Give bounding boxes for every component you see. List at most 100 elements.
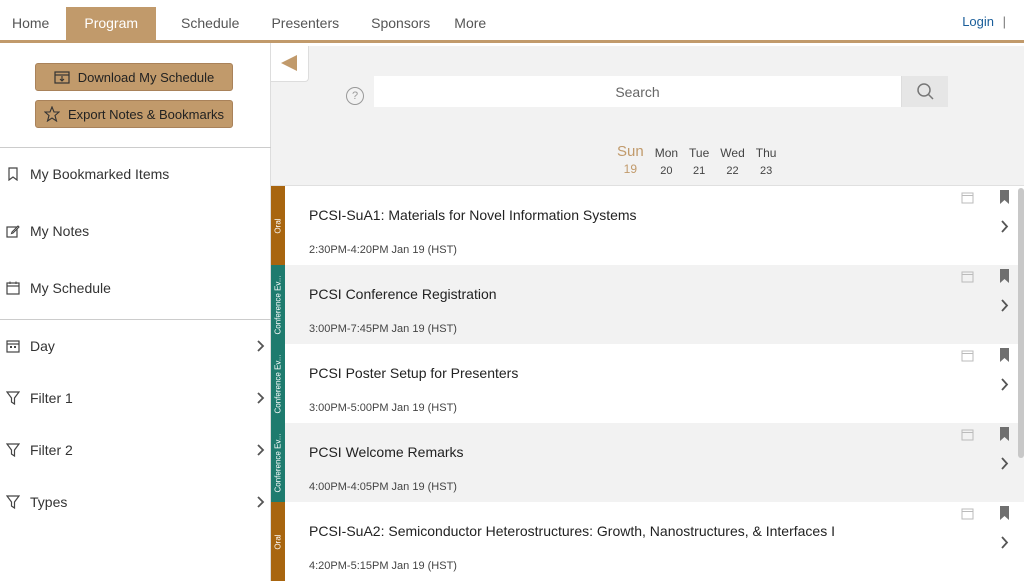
chevron-right-icon[interactable] [1001, 378, 1009, 391]
nav-tab-more[interactable]: More [442, 7, 498, 40]
day-thu[interactable]: Thu 23 [756, 146, 777, 177]
bookmark-icon[interactable] [999, 427, 1010, 441]
day-date: 21 [693, 165, 706, 177]
chevron-right-icon [257, 496, 265, 508]
chevron-right-icon[interactable] [1001, 299, 1009, 312]
session-row[interactable]: Conference Ev... PCSI Conference Registra… [271, 265, 1024, 344]
bookmark-icon[interactable] [999, 506, 1010, 520]
calendar-download-icon [54, 71, 70, 84]
session-time: 4:00PM-4:05PM Jan 19 (HST) [309, 481, 457, 493]
session-type-stripe: Conference Ev... [271, 344, 285, 423]
session-time: 2:30PM-4:20PM Jan 19 (HST) [309, 244, 457, 256]
export-notes-label: Export Notes & Bookmarks [67, 106, 225, 122]
session-type-label: Conference Ev... [273, 354, 283, 413]
search-input[interactable] [374, 76, 901, 107]
day-mon[interactable]: Mon 20 [655, 146, 678, 177]
add-to-calendar-icon[interactable] [961, 349, 974, 362]
sidebar-divider [0, 319, 271, 320]
filter-types[interactable]: Types [0, 487, 271, 517]
day-name: Thu [755, 146, 777, 160]
chevron-right-icon[interactable] [1001, 457, 1009, 470]
session-row[interactable]: Conference Ev... PCSI Welcome Remarks 4:00… [271, 423, 1024, 502]
session-title[interactable]: PCSI-SuA2: Semiconductor Heterostructure… [309, 523, 835, 539]
bookmark-icon[interactable] [999, 348, 1010, 362]
session-type-label: Oral [273, 217, 283, 234]
day-date: 20 [660, 165, 673, 177]
sidebar: Download My Schedule Export Notes & Book… [0, 43, 271, 581]
login-link[interactable]: Login [962, 14, 994, 29]
session-type-stripe: Oral [271, 186, 285, 265]
filter-label: Filter 1 [30, 390, 73, 406]
session-type-label: Conference Ev... [273, 275, 283, 334]
filter-icon [6, 391, 20, 405]
day-name: Wed [720, 146, 745, 160]
sidebar-item-my-schedule[interactable]: My Schedule [0, 273, 271, 303]
note-edit-icon [6, 225, 20, 238]
chevron-right-icon [257, 444, 265, 456]
scrollbar[interactable] [1018, 188, 1024, 458]
add-to-calendar-icon[interactable] [961, 507, 974, 520]
filter-2[interactable]: Filter 2 [0, 435, 271, 465]
session-row[interactable]: Oral PCSI-SuA2: Semiconductor Heterostruc… [271, 502, 1024, 581]
download-schedule-label: Download My Schedule [77, 69, 215, 85]
sidebar-divider [0, 147, 271, 148]
session-type-stripe: Oral [271, 502, 285, 581]
calendar-icon [6, 281, 20, 295]
calendar-day-icon [6, 340, 20, 353]
day-name: Mon [654, 146, 679, 160]
sidebar-item-notes[interactable]: My Notes [0, 216, 271, 246]
chevron-right-icon[interactable] [1001, 220, 1009, 233]
nav-tab-schedule[interactable]: Schedule [169, 7, 251, 40]
session-title[interactable]: PCSI-SuA1: Materials for Novel Informati… [309, 207, 637, 223]
sidebar-item-bookmarked[interactable]: My Bookmarked Items [0, 159, 271, 189]
chevron-right-icon [257, 340, 265, 352]
session-type-stripe: Conference Ev... [271, 423, 285, 502]
session-title[interactable]: PCSI Conference Registration [309, 286, 497, 302]
bookmark-icon[interactable] [999, 269, 1010, 283]
bookmark-icon [8, 167, 18, 181]
collapse-sidebar-button[interactable] [271, 46, 309, 82]
filter-icon [6, 495, 20, 509]
add-to-calendar-icon[interactable] [961, 270, 974, 283]
export-notes-button[interactable]: Export Notes & Bookmarks [35, 100, 233, 128]
day-tue[interactable]: Tue 21 [689, 146, 709, 177]
session-time: 3:00PM-5:00PM Jan 19 (HST) [309, 402, 457, 414]
sidebar-item-label: My Bookmarked Items [30, 166, 170, 182]
nav-tab-presenters[interactable]: Presenters [259, 7, 351, 40]
nav-tabs: Home Program Schedule Presenters Sponsor… [0, 7, 498, 40]
nav-tab-program[interactable]: Program [66, 7, 157, 40]
nav-separator: | [1002, 14, 1006, 29]
search-button[interactable] [901, 76, 948, 107]
nav-tab-sponsors[interactable]: Sponsors [359, 7, 442, 40]
session-row[interactable]: Oral PCSI-SuA1: Materials for Novel Infor… [271, 186, 1024, 265]
session-type-label: Conference Ev... [273, 433, 283, 492]
session-row[interactable]: Conference Ev... PCSI Poster Setup for Pr… [271, 344, 1024, 423]
help-icon[interactable]: ? [346, 87, 364, 105]
sidebar-item-label: My Schedule [30, 280, 111, 296]
day-date: 19 [623, 162, 638, 176]
nav-tab-home[interactable]: Home [0, 7, 61, 40]
day-wed[interactable]: Wed 22 [720, 146, 744, 177]
chevron-right-icon [257, 392, 265, 404]
chevron-right-icon[interactable] [1001, 536, 1009, 549]
session-list: Oral PCSI-SuA1: Materials for Novel Infor… [271, 185, 1024, 581]
day-selector: Sun 19 Mon 20 Tue 21 Wed 22 Thu 23 [617, 143, 777, 177]
day-name: Sun [617, 143, 644, 160]
filter-day[interactable]: Day [0, 331, 271, 361]
filter-label: Filter 2 [30, 442, 73, 458]
filter-1[interactable]: Filter 1 [0, 383, 271, 413]
add-to-calendar-icon[interactable] [961, 428, 974, 441]
top-navbar: Home Program Schedule Presenters Sponsor… [0, 0, 1024, 43]
session-type-label: Oral [273, 533, 283, 550]
filter-icon [6, 443, 20, 457]
day-sun[interactable]: Sun 19 [617, 143, 644, 177]
bookmark-icon[interactable] [999, 190, 1010, 204]
download-schedule-button[interactable]: Download My Schedule [35, 63, 233, 91]
add-to-calendar-icon[interactable] [961, 191, 974, 204]
session-title[interactable]: PCSI Welcome Remarks [309, 444, 464, 460]
day-name: Tue [689, 146, 710, 160]
session-title[interactable]: PCSI Poster Setup for Presenters [309, 365, 518, 381]
search-icon [917, 83, 934, 100]
session-time: 4:20PM-5:15PM Jan 19 (HST) [309, 560, 457, 572]
sidebar-item-label: My Notes [30, 223, 90, 239]
